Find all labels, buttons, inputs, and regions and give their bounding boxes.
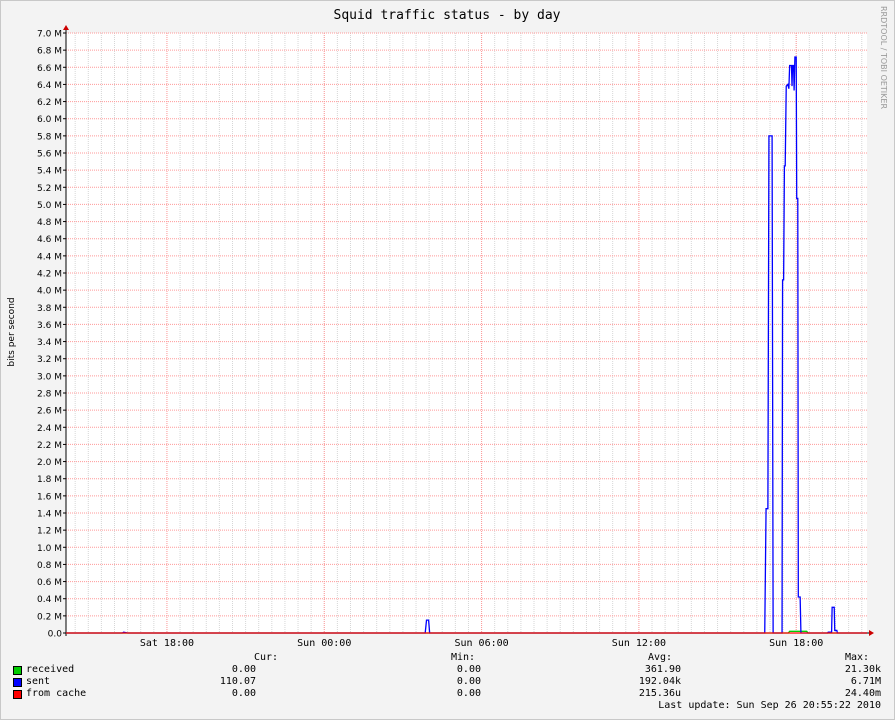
legend-avg-value: 361.90	[644, 664, 681, 675]
legend-min-value: 0.00	[456, 688, 481, 699]
x-axis-arrow	[869, 630, 874, 636]
legend-cur-value: 0.00	[231, 688, 256, 699]
x-tick-label: Sun 12:00	[612, 638, 666, 649]
y-tick-label: 1.4 M	[37, 510, 62, 520]
legend-swatch	[13, 690, 22, 699]
legend-cur-value: 0.00	[231, 664, 256, 675]
minor-grid	[66, 33, 867, 633]
y-tick-label: 3.4 M	[37, 338, 62, 348]
legend-header-min: Min:	[451, 652, 476, 663]
y-tick-labels: 0.0 0.2 M 0.4 M 0.6 M 0.8 M 1.0 M 1.2 M 1.4 M 1.…	[37, 30, 62, 640]
y-tick-label: 1.2 M	[37, 527, 62, 537]
y-tick-label: 0.2 M	[37, 612, 62, 622]
y-tick-label: 6.2 M	[37, 98, 62, 108]
y-tick-label: 2.8 M	[37, 390, 62, 400]
y-tick-label: 5.2 M	[37, 184, 62, 194]
y-tick-label: 5.4 M	[37, 167, 62, 177]
chart: 0.0 0.2 M 0.4 M 0.6 M 0.8 M 1.0 M 1.2 M 1.4 M 1.…	[7, 6, 888, 649]
y-tick-label: 2.2 M	[37, 441, 62, 451]
x-tick-labels: Sat 18:00 Sun 00:00 Sun 06:00 Sun 12:00 Sun …	[140, 638, 823, 649]
legend-cur-value: 110.07	[219, 676, 256, 687]
y-tick-label: 0.4 M	[37, 595, 62, 605]
legend-name: from cache	[26, 688, 87, 699]
watermark: RRDTOOL / TOBI OETIKER	[879, 6, 888, 109]
y-tick-label: 3.0 M	[37, 372, 62, 382]
y-tick-label: 4.0 M	[37, 287, 62, 297]
y-tick-label: 3.8 M	[37, 304, 62, 314]
y-tick-label: 3.6 M	[37, 321, 62, 331]
y-tick-label: 0.8 M	[37, 561, 62, 571]
y-tick-label: 1.8 M	[37, 475, 62, 485]
y-tick-label: 1.6 M	[37, 492, 62, 502]
legend-name: sent	[26, 676, 51, 687]
y-tick-label: 4.6 M	[37, 235, 62, 245]
legend: Cur: Min: Avg: Max: received 0.00 0.00 361.…	[0, 652, 895, 720]
legend-swatch	[13, 666, 22, 675]
y-tick-label: 7.0 M	[37, 30, 62, 40]
y-tick-label: 4.8 M	[37, 218, 62, 228]
y-axis-arrow	[63, 25, 69, 30]
y-tick-label: 1.0 M	[37, 544, 62, 554]
y-tick-label: 0.0	[48, 630, 63, 640]
last-update: Last update: Sun Sep 26 20:55:22 2010	[658, 700, 881, 711]
x-tick-label: Sun 00:00	[297, 638, 351, 649]
y-tick-label: 2.0 M	[37, 458, 62, 468]
y-tick-label: 5.6 M	[37, 150, 62, 160]
legend-min-value: 0.00	[456, 664, 481, 675]
y-tick-label: 6.6 M	[37, 64, 62, 74]
legend-swatch	[13, 678, 22, 687]
y-tick-label: 5.0 M	[37, 201, 62, 211]
legend-header-cur: Cur:	[254, 652, 279, 663]
y-tick-label: 2.6 M	[37, 407, 62, 417]
x-tick-label: Sun 18:00	[769, 638, 823, 649]
legend-avg-value: 215.36u	[638, 688, 681, 699]
x-tick-label: Sat 18:00	[140, 638, 194, 649]
y-tick-label: 3.2 M	[37, 355, 62, 365]
y-tick-label: 0.6 M	[37, 578, 62, 588]
y-axis-label: bits per second	[7, 297, 17, 366]
legend-header-max: Max:	[845, 652, 870, 663]
x-tick-label: Sun 06:00	[454, 638, 508, 649]
y-tick-label: 2.4 M	[37, 424, 62, 434]
y-tick-label: 5.8 M	[37, 132, 62, 142]
y-tick-label: 6.0 M	[37, 115, 62, 125]
legend-max-value: 24.40m	[844, 688, 881, 699]
y-tick-label: 6.4 M	[37, 81, 62, 91]
legend-max-value: 21.30k	[844, 664, 881, 675]
plot-area	[66, 33, 867, 633]
legend-header-avg: Avg:	[648, 652, 673, 663]
legend-max-value: 6.71M	[850, 676, 881, 687]
legend-name: received	[26, 664, 75, 675]
y-tick-label: 6.8 M	[37, 47, 62, 57]
y-tick-label: 4.4 M	[37, 252, 62, 262]
legend-avg-value: 192.04k	[638, 676, 681, 687]
chart-title: Squid traffic status - by day	[334, 8, 561, 23]
legend-min-value: 0.00	[456, 676, 481, 687]
y-tick-label: 4.2 M	[37, 270, 62, 280]
